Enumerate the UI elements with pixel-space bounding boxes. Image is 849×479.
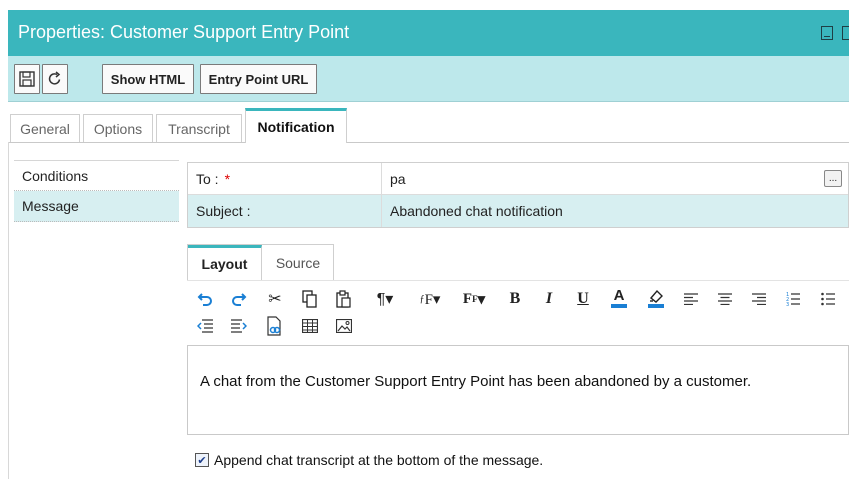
font-size-icon[interactable]: F F ▾ [456,288,492,310]
required-marker: * [224,170,231,187]
browse-recipients-button[interactable]: ... [824,170,842,187]
tab-options[interactable]: Options [83,114,153,142]
tab-general[interactable]: General [10,114,80,142]
message-body-text[interactable]: A chat from the Customer Support Entry P… [200,373,751,390]
to-label-text: To : [196,170,219,187]
align-right-icon[interactable] [750,288,768,310]
undo-icon[interactable] [195,289,215,309]
italic-icon[interactable]: I [540,288,558,310]
copy-icon[interactable] [300,288,320,310]
editor-tab-divider [187,280,849,281]
tab-layout[interactable]: Layout [188,245,262,280]
editor-tabs: Layout Source [187,244,334,280]
title-bar: Properties: Customer Support Entry Point [8,10,849,56]
align-center-icon[interactable] [716,288,734,310]
refresh-icon [48,71,61,85]
subject-label: Subject : [196,203,251,219]
subject-row: Subject : Abandoned chat notification [188,195,848,227]
to-row: To : * pa ... [188,163,848,195]
column-divider [381,163,382,194]
left-border [8,142,9,479]
save-button[interactable] [14,64,40,94]
refresh-button[interactable] [42,64,68,94]
paragraph-format-icon[interactable]: ¶▾ [368,288,402,310]
insert-link-icon[interactable] [264,314,286,338]
ordered-list-icon[interactable]: 123 [784,288,802,310]
tab-source[interactable]: Source [262,245,334,280]
insert-table-icon[interactable] [300,316,320,336]
cut-icon[interactable]: ✂ [264,288,286,310]
subject-field[interactable]: Abandoned chat notification [390,195,563,227]
floppy-disk-icon [19,71,35,87]
font-color-icon[interactable]: A [609,286,629,310]
message-fields-grid: To : * pa ... Subject : Abandoned chat n… [187,162,849,228]
indent-icon[interactable] [229,316,249,336]
outdent-icon[interactable] [195,316,215,336]
underline-icon[interactable]: U [574,288,592,310]
tab-transcript[interactable]: Transcript [156,114,242,142]
nav-item-conditions[interactable]: Conditions [14,160,179,191]
align-left-icon[interactable] [682,288,700,310]
to-field[interactable]: pa [390,163,406,194]
unordered-list-icon[interactable] [819,288,837,310]
tab-notification[interactable]: Notification [245,108,347,143]
font-family-icon[interactable]: ƒ F▾ [412,288,448,310]
insert-image-icon[interactable] [334,316,354,336]
paste-icon[interactable] [334,288,354,310]
append-transcript-option[interactable]: ✔ Append chat transcript at the bottom o… [195,451,543,469]
append-transcript-checkbox[interactable]: ✔ [195,453,209,467]
show-html-button[interactable]: Show HTML [102,64,194,94]
column-divider [381,195,382,227]
window-title: Properties: Customer Support Entry Point [18,22,350,42]
entry-point-url-button[interactable]: Entry Point URL [200,64,317,94]
minimize-icon[interactable] [821,26,833,40]
svg-text:3: 3 [786,302,789,307]
toolbar: Show HTML Entry Point URL [8,56,849,102]
redo-icon[interactable] [229,289,249,309]
message-editor[interactable]: A chat from the Customer Support Entry P… [187,345,849,435]
properties-tabs: General Options Transcript Notification [8,108,849,143]
to-label: To : * [196,163,381,194]
maximize-icon[interactable] [842,26,849,40]
append-transcript-label[interactable]: Append chat transcript at the bottom of … [214,452,543,468]
bold-icon[interactable]: B [506,288,524,310]
nav-item-message[interactable]: Message [14,191,179,222]
highlight-color-icon[interactable] [645,286,667,310]
